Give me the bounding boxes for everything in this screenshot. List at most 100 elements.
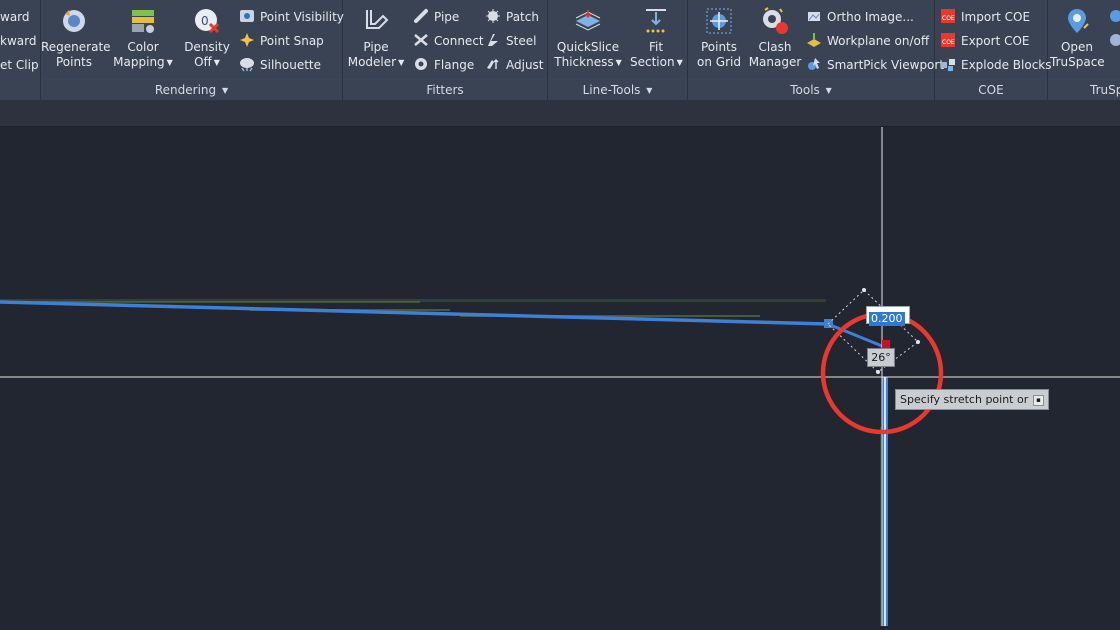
color-mapping-button[interactable]: Color Mapping ▼ [111,6,175,70]
truspace-mini-icon [1108,32,1120,48]
svg-text:COE: COE [942,15,955,22]
explode-blocks-label: Explode Blocks [961,58,1052,72]
quickslice-icon [573,6,603,36]
chevron-down-icon: ▼ [615,58,622,67]
smartpick-viewport-button[interactable]: SmartPick Viewport [806,55,944,75]
clash-manager-icon [760,6,790,36]
quickslice-thickness-button[interactable]: QuickSlice Thickness ▼ [552,6,624,70]
adjust-icon [485,56,501,72]
color-mapping-label-2: Mapping [113,55,165,69]
tools-panel-title[interactable]: Tools ▼ [688,79,934,100]
regenerate-label-1: Regenerate [41,40,111,54]
ortho-image-label: Ortho Image... [827,10,914,24]
tooltip-options-icon[interactable]: ▪ [1033,395,1044,406]
open-truspace-label-2: TruSpace [1050,55,1105,69]
export-coe-button[interactable]: COE Export COE [940,31,1030,51]
workplane-label: Workplane on/off [827,34,930,48]
angle-label: 26° [867,348,895,367]
points-on-grid-icon [704,6,734,36]
fitters-panel-title: Fitters [343,79,547,100]
regenerate-points-button[interactable]: Regenerate Points [41,6,111,70]
adjust-button[interactable]: Adjust [485,55,544,75]
regenerate-label-2: Points [55,55,93,69]
chevron-down-icon: ▼ [825,85,832,95]
points-on-grid-label-1: Points [700,40,738,54]
pipe-button[interactable]: Pipe [413,7,459,27]
truspace-mini-icon [1108,8,1120,24]
pipe-modeler-button[interactable]: Pipe Modeler ▼ [345,6,407,70]
color-mapping-label-1: Color [127,40,159,54]
pipe-modeler-icon [361,6,391,36]
quickslice-label-2: Thickness [554,55,614,69]
workplane-toggle-button[interactable]: Workplane on/off [806,31,929,51]
open-truspace-button[interactable]: Open TruSpace [1050,6,1105,70]
panel-coe: COE Import COE COE Export COE Explode Bloc… [935,0,1052,100]
truspace-small-button-2[interactable] [1108,31,1120,51]
point-snap-label: Point Snap [260,34,324,48]
truspace-icon [1062,6,1092,36]
line-tools-panel-title[interactable]: Line-Tools ▼ [548,79,687,100]
fit-section-label-1: Fit [648,40,664,54]
ortho-image-button[interactable]: Ortho Image... [806,7,914,27]
truspace-panel-title: TruSp [1048,79,1120,100]
workplane-icon [806,32,822,48]
chevron-down-icon: ▼ [166,58,173,67]
length-input-box[interactable]: 0.200 [866,306,910,326]
silhouette-icon [239,56,255,72]
patch-icon [485,8,501,24]
point-visibility-button[interactable]: Point Visibility [239,7,344,27]
pipe-modeler-label-1: Pipe [363,40,389,54]
file-tab-strip [0,100,1120,127]
partial-forward-item[interactable]: ward [0,7,30,27]
steel-icon [485,32,501,48]
point-snap-button[interactable]: Point Snap [239,31,324,51]
explode-blocks-button[interactable]: Explode Blocks [940,55,1052,75]
flange-label: Flange [434,58,475,72]
density-off-button[interactable]: 0 Density Off ▼ [179,6,235,70]
pipe-segment-horizontal[interactable] [0,300,829,326]
regenerate-icon [59,6,89,36]
svg-text:COE: COE [942,39,955,46]
partial-clip-item[interactable]: et Clip [0,55,39,75]
flange-button[interactable]: Flange [413,55,474,75]
clash-manager-button[interactable]: Clash Manager [748,6,802,70]
ribbon: ward kward et Clip Regenerate Points Col… [0,0,1120,100]
truspace-small-button-1[interactable] [1108,7,1120,27]
ortho-image-icon [806,8,822,24]
open-truspace-label-1: Open [1060,40,1094,54]
clash-manager-label-1: Clash [758,40,792,54]
drawing-viewport[interactable]: 0.200 26° Specify stretch point or ▪ [0,127,1120,626]
density-icon: 0 [192,6,222,36]
chevron-down-icon: ▼ [676,58,683,67]
point-snap-icon [239,32,255,48]
silhouette-label: Silhouette [260,58,322,72]
pipe-label: Pipe [434,10,460,24]
quickslice-label-1: QuickSlice [556,40,620,54]
adjust-label: Adjust [506,58,544,72]
patch-button[interactable]: Patch [485,7,539,27]
fit-section-label-2: Section [630,55,675,69]
point-cloud [0,299,884,626]
partial-backward-item[interactable]: kward [0,31,36,51]
pipe-icon [413,8,429,24]
explode-blocks-icon [940,56,956,72]
panel-partial-left: ward kward et Clip [0,0,41,100]
smartpick-label: SmartPick Viewport [827,58,945,72]
rendering-panel-title[interactable]: Rendering ▼ [41,79,342,100]
svg-text:0: 0 [201,14,209,28]
connect-icon [413,32,429,48]
length-input-value: 0.200 [869,312,905,326]
panel-truspace: Open TruSpace TruSp [1048,0,1120,100]
color-mapping-icon [128,6,158,36]
points-on-grid-button[interactable]: Points on Grid [692,6,746,70]
tooltip-text: Specify stretch point or [900,393,1029,406]
silhouette-button[interactable]: Silhouette [239,55,321,75]
clash-manager-label-2: Manager [748,55,802,69]
import-coe-button[interactable]: COE Import COE [940,7,1030,27]
density-label-1: Density [184,40,230,54]
stretch-point-marker[interactable] [882,340,890,348]
fit-section-button[interactable]: Fit Section ▼ [630,6,683,70]
steel-button[interactable]: Steel [485,31,536,51]
connect-label: Connect [434,34,484,48]
connect-button[interactable]: Connect [413,31,484,51]
